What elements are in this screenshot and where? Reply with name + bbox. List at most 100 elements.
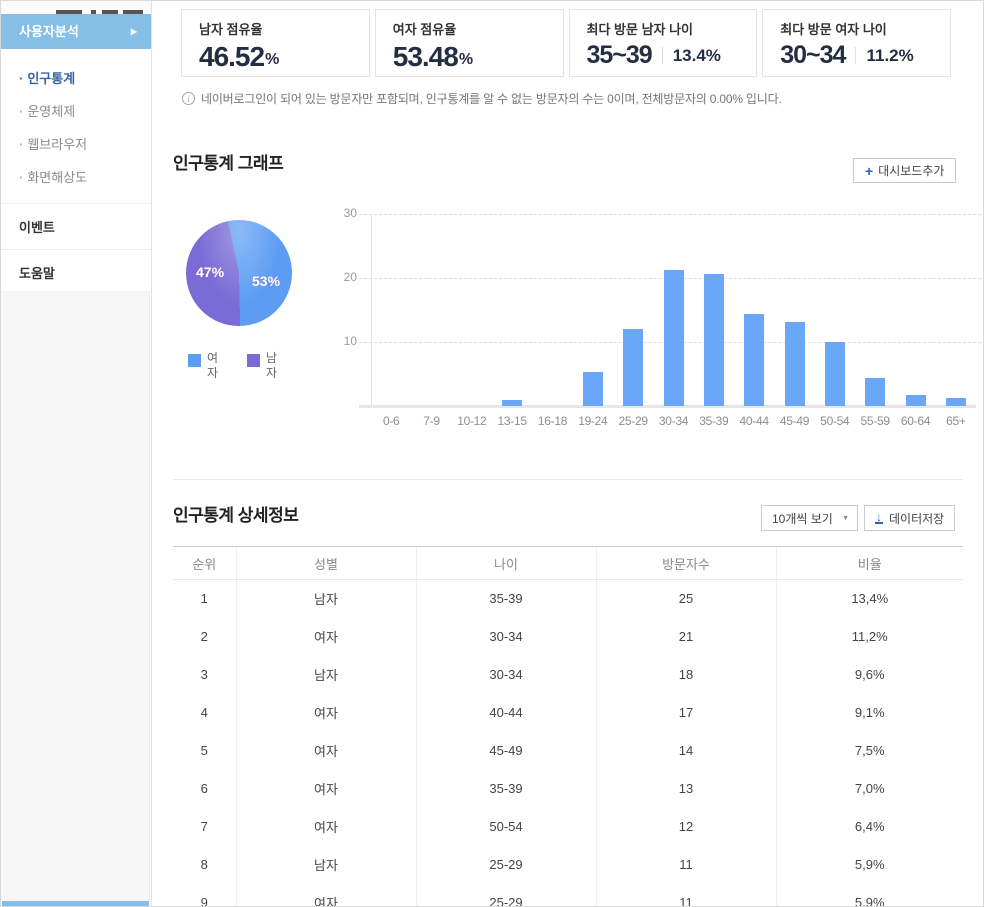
bar-65+ <box>946 398 966 406</box>
add-dashboard-button[interactable]: + 대시보드추가 <box>853 158 956 183</box>
table-body: 1남자35-392513,4%2여자30-342111,2%3남자30-3418… <box>173 580 963 907</box>
arrow-right-icon: ▶ <box>131 14 137 49</box>
stat-box-female-share: 여자 점유율 53.48 % <box>375 9 564 77</box>
table-cell: 11,2% <box>776 618 963 656</box>
table-cell: 여자 <box>236 770 416 808</box>
stat-divider <box>855 47 856 64</box>
sidebar-subitem-3[interactable]: ·화면해상도 <box>1 160 151 193</box>
table-cell: 50-54 <box>416 808 596 846</box>
table-cell: 12 <box>596 808 776 846</box>
analytics-page: 사용자분석 ▶ ·인구통계·운영체제·웹브라우저·화면해상도 이벤트 도움말 공… <box>0 0 984 907</box>
bar-50-54 <box>825 342 845 406</box>
x-tick-label: 10-12 <box>450 414 494 428</box>
x-tick-label: 16-18 <box>531 414 575 428</box>
stat-unit: % <box>459 45 473 69</box>
sidebar-submenu: · 인구통계 · 운영체제 ·웹브라우저·화면해상도 <box>1 49 151 203</box>
clipped-menu-item[interactable] <box>1 1 151 14</box>
stat-label: 여자 점유율 <box>393 19 563 38</box>
gender-pie-chart: 53% 47% <box>186 220 292 326</box>
stat-box-top-male-age: 최다 방문 남자 나이 35~39 13.4% <box>569 9 758 77</box>
plus-icon: + <box>865 163 873 179</box>
table-cell: 여자 <box>236 884 416 907</box>
x-tick-label: 65+ <box>934 414 978 428</box>
x-tick-label: 0-6 <box>369 414 413 428</box>
table-cell: 6 <box>173 770 236 808</box>
bullet-icon: · <box>19 71 23 86</box>
stat-label: 남자 점유율 <box>199 19 369 38</box>
table-cell: 9 <box>173 884 236 907</box>
sidebar-subitem-2[interactable]: ·웹브라우저 <box>1 127 151 160</box>
table-cell: 여자 <box>236 732 416 770</box>
add-dashboard-label: 대시보드추가 <box>878 162 944 179</box>
table-cell: 25-29 <box>416 884 596 907</box>
y-axis-line <box>371 214 372 406</box>
table-row: 2여자30-342111,2% <box>173 618 963 656</box>
sidebar-subitem-label: 인구통계 <box>27 71 75 86</box>
table-cell: 7,0% <box>776 770 963 808</box>
table-cell: 여자 <box>236 618 416 656</box>
sidebar-item-event[interactable]: 이벤트 <box>1 204 151 249</box>
legend-item-female: 여자 <box>188 351 221 381</box>
table-cell: 5,9% <box>776 884 963 907</box>
stat-value: 46.52 <box>199 41 264 73</box>
table-cell: 35-39 <box>416 580 596 618</box>
sidebar-item-user-analysis[interactable]: 사용자분석 ▶ <box>1 14 151 49</box>
table-cell: 1 <box>173 580 236 618</box>
pie-slice-label-male: 47% <box>196 264 224 280</box>
stat-value: 53.48 <box>393 41 458 73</box>
x-tick-label: 35-39 <box>692 414 736 428</box>
sidebar-bottom-strip <box>2 901 149 906</box>
gridline-30 <box>359 214 984 215</box>
data-save-button[interactable]: ↓ 데이터저장 <box>864 505 955 531</box>
y-tick-label: 10 <box>331 334 357 348</box>
table-cell: 8 <box>173 846 236 884</box>
y-tick-label: 30 <box>331 206 357 220</box>
bullet-icon: · <box>19 104 23 119</box>
legend-label: 여자 <box>207 351 221 381</box>
table-cell: 남자 <box>236 846 416 884</box>
notice-text: 네이버로그인이 되어 있는 방문자만 포함되며, 인구통계를 알 수 없는 방문… <box>201 90 782 107</box>
table-cell: 25 <box>596 580 776 618</box>
pie-slice-label-female: 53% <box>252 273 280 289</box>
x-tick-label: 50-54 <box>813 414 857 428</box>
age-bar-chart: 1020300-67-910-1213-1516-1819-2425-2930-… <box>371 214 976 406</box>
x-tick-label: 25-29 <box>611 414 655 428</box>
bar-25-29 <box>623 329 643 406</box>
stat-box-male-share: 남자 점유율 46.52 % <box>181 9 370 77</box>
stat-value: 35~39 <box>587 41 652 70</box>
x-tick-label: 55-59 <box>853 414 897 428</box>
sidebar-subitem-1[interactable]: · 운영체제 <box>1 94 151 127</box>
table-header-cell: 성별 <box>236 547 416 580</box>
table-cell: 25-29 <box>416 846 596 884</box>
graph-section-title: 인구통계 그래프 <box>173 149 283 174</box>
table-cell: 30-34 <box>416 656 596 694</box>
stat-percent: 13.4% <box>673 46 721 66</box>
table-cell: 21 <box>596 618 776 656</box>
table-row: 1남자35-392513,4% <box>173 580 963 618</box>
table-cell: 남자 <box>236 656 416 694</box>
table-cell: 2 <box>173 618 236 656</box>
stat-label: 최다 방문 여자 나이 <box>780 19 950 38</box>
table-row: 7여자50-54126,4% <box>173 808 963 846</box>
table-header-cell: 순위 <box>173 547 236 580</box>
sidebar-subitem-0[interactable]: · 인구통계 <box>1 61 151 94</box>
sidebar-subitem-label: 운영체제 <box>27 104 75 119</box>
table-cell: 6,4% <box>776 808 963 846</box>
table-row: 5여자45-49147,5% <box>173 732 963 770</box>
table-header-cell: 비율 <box>776 547 963 580</box>
table-cell: 18 <box>596 656 776 694</box>
x-tick-label: 60-64 <box>894 414 938 428</box>
x-tick-label: 45-49 <box>773 414 817 428</box>
bar-30-34 <box>664 270 684 406</box>
table-cell: 남자 <box>236 580 416 618</box>
table-row: 6여자35-39137,0% <box>173 770 963 808</box>
sidebar-item-help[interactable]: 도움말 <box>1 250 151 295</box>
y-tick-label: 20 <box>331 270 357 284</box>
x-tick-label: 30-34 <box>652 414 696 428</box>
page-size-select[interactable]: 10개씩 보기 ▼ <box>761 505 858 531</box>
table-cell: 여자 <box>236 694 416 732</box>
table-cell: 14 <box>596 732 776 770</box>
table-cell: 5,9% <box>776 846 963 884</box>
stat-value: 30~34 <box>780 41 845 70</box>
chevron-down-icon: ▼ <box>842 515 849 522</box>
